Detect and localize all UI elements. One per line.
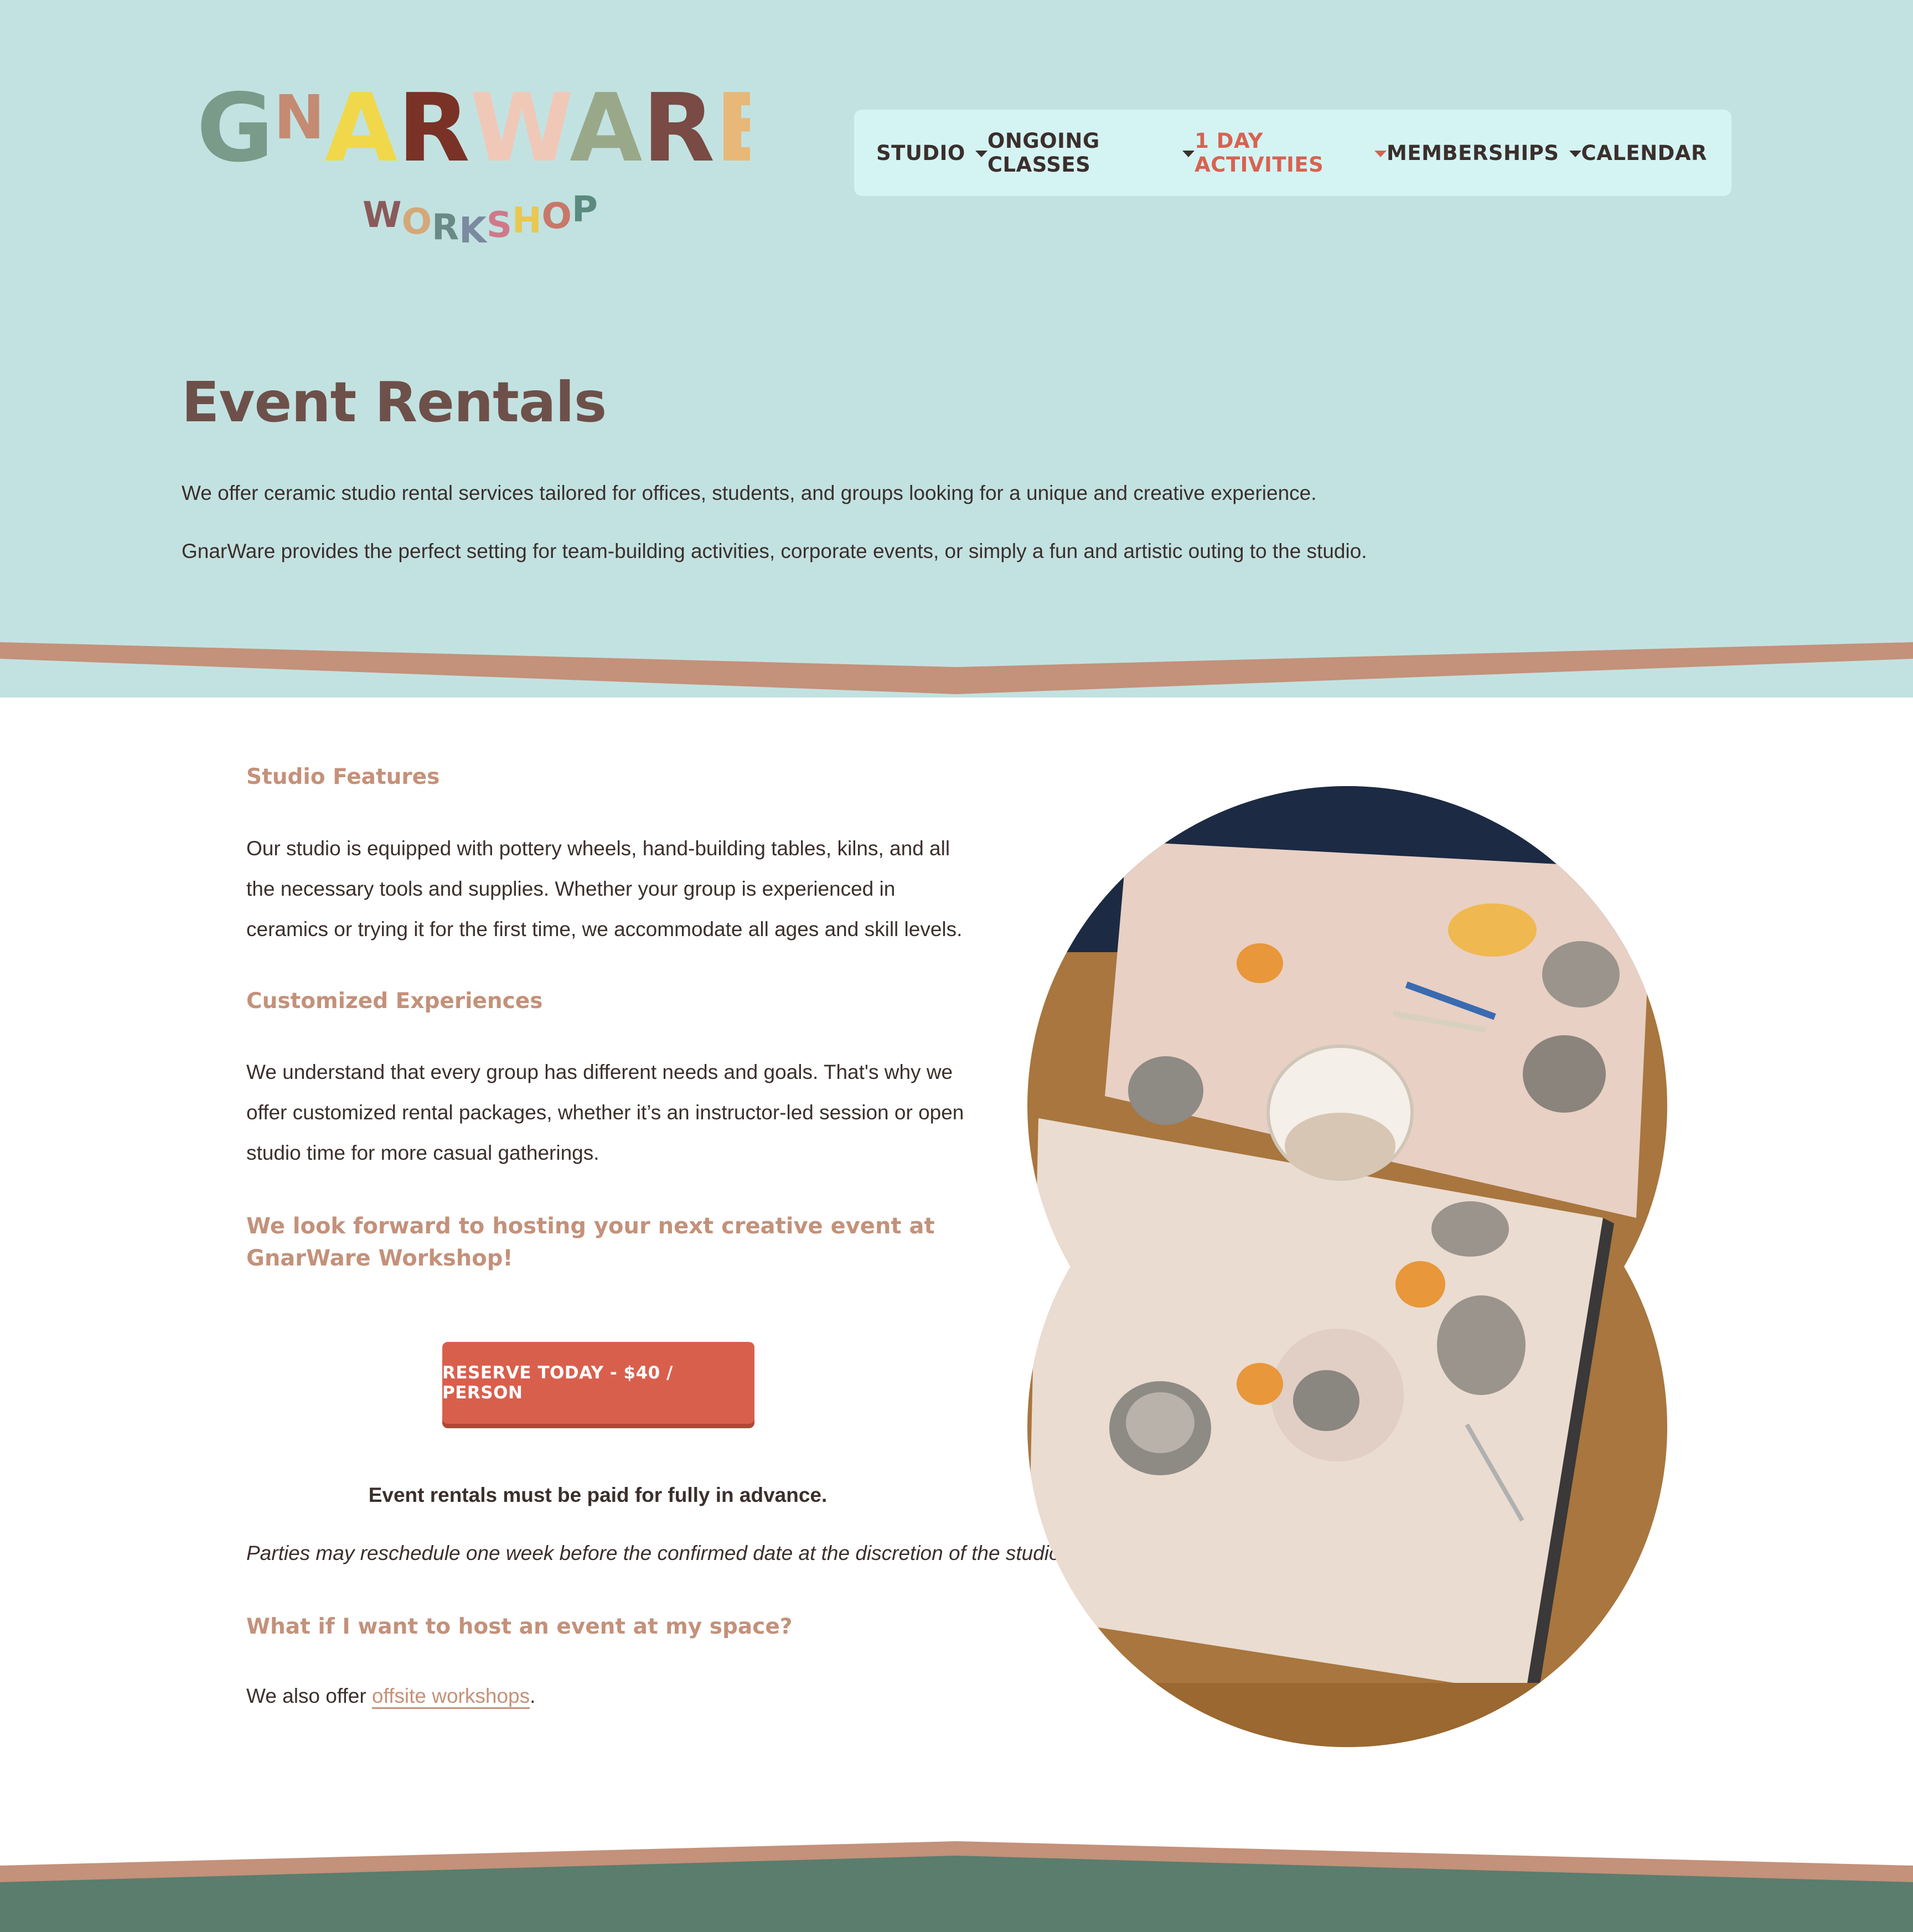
gnarware-logo[interactable]: GNARWARE WORKSHOP	[197, 61, 750, 249]
nav-item-label: 1 DAY ACTIVITIES	[1195, 129, 1324, 177]
nav-item-studio[interactable]: STUDIO	[876, 141, 987, 165]
intro-paragraph: GnarWare provides the perfect setting fo…	[182, 540, 1367, 562]
offsite-text: We also offer offsite workshops.	[246, 1685, 535, 1708]
nav-item-memberships[interactable]: MEMBERSHIPS	[1387, 141, 1581, 165]
offsite-suffix: .	[530, 1685, 536, 1707]
chevron-down-icon	[1374, 151, 1387, 157]
reschedule-note: Parties may reschedule one week before t…	[246, 1542, 1066, 1564]
section-divider-top	[0, 637, 1913, 694]
pottery-photo	[1027, 786, 1667, 1747]
nav-item-1-day-activities[interactable]: 1 DAY ACTIVITIES	[1195, 129, 1387, 177]
offsite-heading: What if I want to host an event at my sp…	[246, 1614, 793, 1639]
reserve-button[interactable]: RESERVE TODAY - $40 / PERSON	[442, 1342, 754, 1424]
chevron-down-icon	[975, 151, 987, 157]
svg-text:GNARWARE: GNARWARE	[197, 74, 750, 183]
page-title: Event Rentals	[182, 370, 607, 435]
nav-item-label: CALENDAR	[1581, 141, 1707, 165]
nav-item-label: STUDIO	[876, 141, 965, 165]
nav-item-label: ONGOING CLASSES	[987, 129, 1100, 177]
customized-experiences-text: We understand that every group has diffe…	[246, 1061, 964, 1164]
main-nav: STUDIO ONGOING CLASSES 1 DAY ACTIVITIES …	[854, 110, 1731, 196]
closing-heading: We look forward to hosting your next cre…	[246, 1213, 935, 1271]
studio-features-text: Our studio is equipped with pottery whee…	[246, 837, 963, 941]
offsite-prefix: We also offer	[246, 1685, 372, 1707]
nav-item-label: MEMBERSHIPS	[1387, 141, 1559, 165]
customized-experiences-heading: Customized Experiences	[246, 989, 543, 1014]
svg-text:WORKSHOP: WORKSHOP	[363, 189, 598, 249]
section-divider-bottom	[0, 1841, 1913, 1932]
nav-item-ongoing-classes[interactable]: ONGOING CLASSES	[987, 129, 1195, 177]
chevron-down-icon	[1569, 151, 1581, 157]
chevron-down-icon	[1182, 151, 1195, 157]
studio-features-heading: Studio Features	[246, 764, 440, 789]
nav-item-calendar[interactable]: CALENDAR	[1581, 141, 1707, 165]
intro-paragraph: We offer ceramic studio rental services …	[182, 482, 1317, 504]
payment-note: Event rentals must be paid for fully in …	[368, 1484, 828, 1506]
offsite-workshops-link[interactable]: offsite workshops	[372, 1685, 530, 1707]
